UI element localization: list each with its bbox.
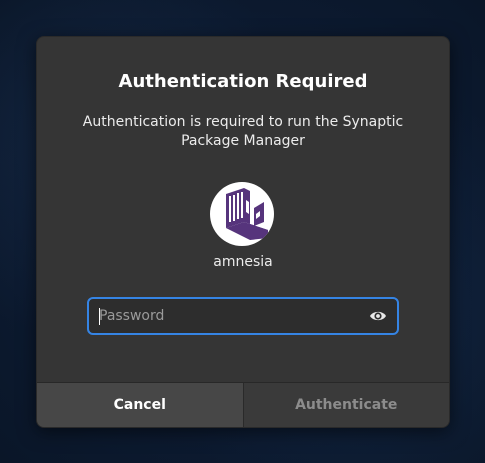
authenticate-button[interactable]: Authenticate bbox=[243, 383, 449, 427]
password-input[interactable] bbox=[99, 299, 359, 333]
tails-logo-icon bbox=[226, 188, 268, 240]
dialog-message: Authentication is required to run the Sy… bbox=[82, 114, 404, 149]
username-label: amnesia bbox=[213, 254, 273, 270]
password-field[interactable] bbox=[87, 297, 399, 335]
eye-icon[interactable] bbox=[369, 307, 387, 325]
cancel-button[interactable]: Cancel bbox=[37, 383, 244, 427]
text-cursor bbox=[99, 308, 100, 325]
user-avatar bbox=[210, 182, 274, 246]
dialog-title: Authentication Required bbox=[118, 71, 368, 92]
dialog-button-bar: Cancel Authenticate bbox=[37, 382, 449, 427]
authentication-dialog: Authentication Required Authentication i… bbox=[36, 36, 450, 428]
